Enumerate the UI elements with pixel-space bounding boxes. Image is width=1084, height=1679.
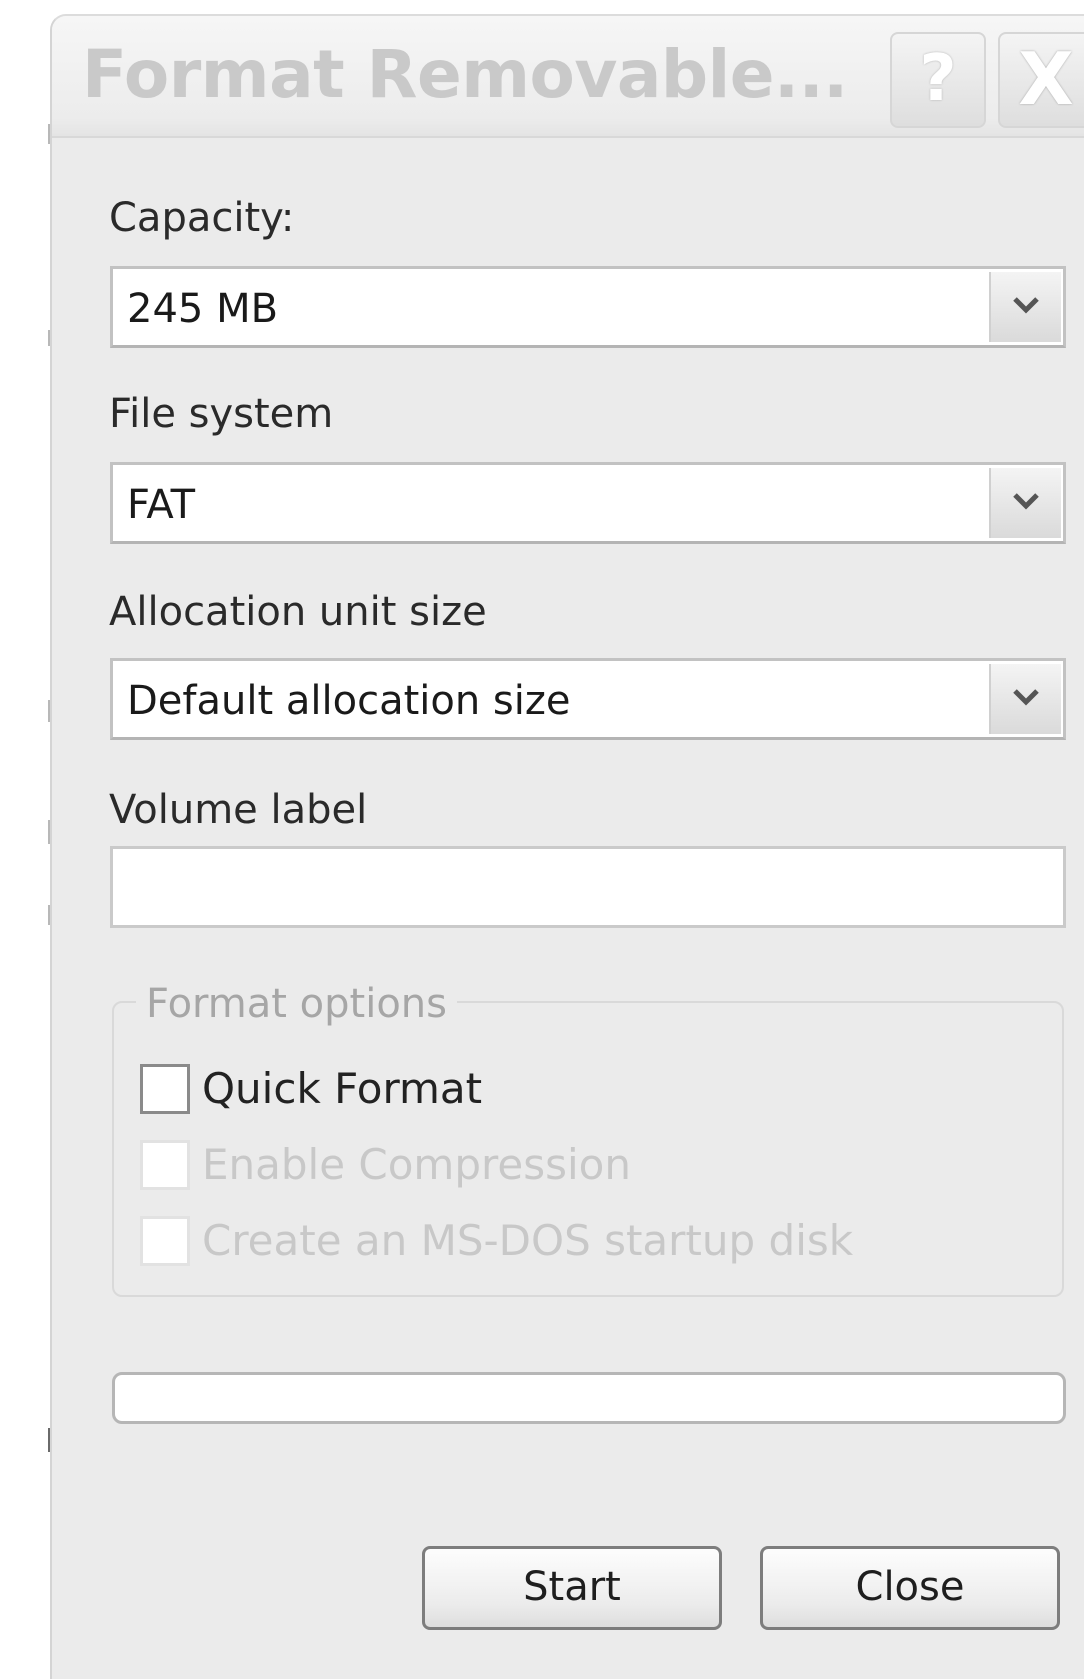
window-title: Format Removable... xyxy=(82,36,848,113)
chevron-down-icon xyxy=(1013,689,1039,706)
capacity-label: Capacity: xyxy=(109,195,295,241)
capacity-dropdown-button[interactable] xyxy=(989,272,1061,342)
quick-format-checkbox[interactable] xyxy=(140,1064,190,1114)
capacity-dropdown[interactable]: 245 MB xyxy=(110,266,1066,348)
format-progress-bar xyxy=(112,1372,1066,1424)
file-system-dropdown[interactable]: FAT xyxy=(110,462,1066,544)
enable-compression-checkbox xyxy=(140,1140,190,1190)
volume-label-label: Volume label xyxy=(109,787,368,833)
close-icon: X xyxy=(1018,37,1074,121)
file-system-label: File system xyxy=(109,391,334,437)
title-bar[interactable]: Format Removable... ? X xyxy=(52,16,1084,138)
format-dialog: Format Removable... ? X Capacity: 245 MB… xyxy=(50,14,1084,1679)
quick-format-label[interactable]: Quick Format xyxy=(202,1068,482,1110)
enable-compression-label: Enable Compression xyxy=(202,1140,631,1189)
msdos-startup-disk-label: Create an MS-DOS startup disk xyxy=(202,1216,854,1265)
allocation-size-label: Allocation unit size xyxy=(109,589,487,635)
file-system-dropdown-button[interactable] xyxy=(989,468,1061,538)
volume-label-input[interactable] xyxy=(110,846,1066,928)
allocation-size-dropdown-button[interactable] xyxy=(989,664,1061,734)
msdos-startup-disk-checkbox xyxy=(140,1216,190,1266)
page: Format Removable... ? X Capacity: 245 MB… xyxy=(0,0,1084,1679)
allocation-size-dropdown[interactable]: Default allocation size xyxy=(110,658,1066,740)
help-button[interactable]: ? xyxy=(890,32,986,128)
title-close-button[interactable]: X xyxy=(998,32,1084,128)
help-icon: ? xyxy=(919,42,957,116)
allocation-size-value: Default allocation size xyxy=(127,678,571,724)
chevron-down-icon xyxy=(1013,493,1039,510)
file-system-value: FAT xyxy=(127,482,196,528)
capacity-value: 245 MB xyxy=(127,286,279,332)
close-button[interactable]: Close xyxy=(760,1546,1060,1630)
chevron-down-icon xyxy=(1013,297,1039,314)
format-options-title: Format options xyxy=(136,982,457,1026)
start-button[interactable]: Start xyxy=(422,1546,722,1630)
